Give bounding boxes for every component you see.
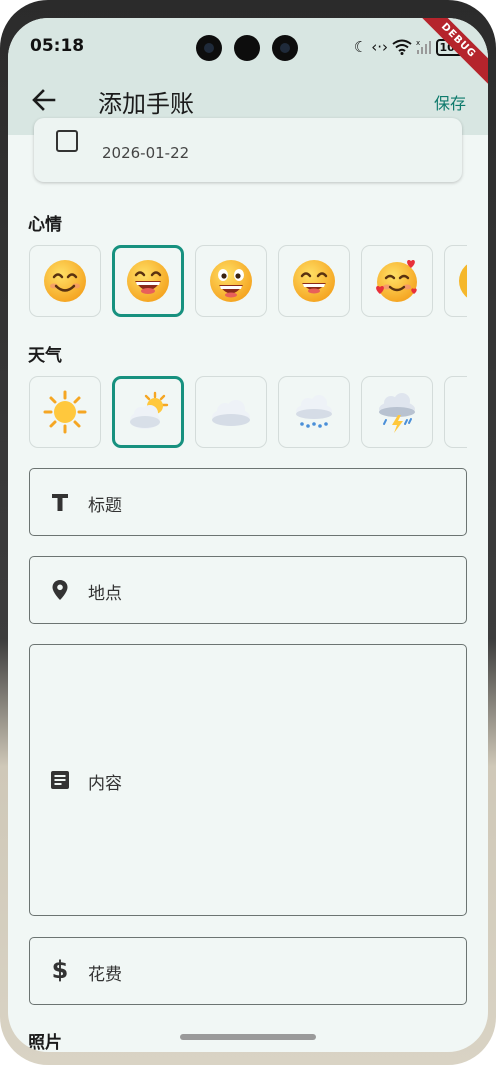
smiling-face-with-hearts-icon <box>376 259 417 302</box>
camera-cutout-icon <box>272 35 298 61</box>
title-placeholder: 标题 <box>88 496 122 516</box>
camera-cutout-icon <box>234 35 260 61</box>
goofy-face-icon <box>210 260 252 302</box>
phone-frame: 05:18 ☾ ‹·› x DEBUG 添加手账 保存 2026-01-22 心… <box>0 0 496 1065</box>
data-transfer-icon: ‹·› <box>371 38 388 56</box>
sun-behind-cloud-icon <box>130 391 169 429</box>
date-picker-card[interactable]: 2026-01-22 <box>34 118 462 182</box>
moon-icon: ☾ <box>353 38 368 56</box>
camera-cutout-icon <box>196 35 222 61</box>
location-pin-icon <box>52 580 68 600</box>
text-format-icon <box>52 494 68 511</box>
mood-selector <box>29 245 467 321</box>
page-title: 添加手账 <box>98 90 194 118</box>
title-field[interactable]: 标题 <box>29 468 467 536</box>
signal-icon: x <box>416 39 431 54</box>
photos-label: 照片 <box>28 1033 62 1052</box>
dollar-icon: $ <box>51 956 69 984</box>
mood-option[interactable] <box>278 245 350 317</box>
content-field[interactable]: 内容 <box>29 644 467 916</box>
mood-option[interactable] <box>195 245 267 317</box>
partial-face-icon <box>459 264 467 298</box>
back-arrow-icon[interactable] <box>30 86 58 114</box>
article-icon <box>51 771 69 789</box>
weather-option[interactable] <box>29 376 101 448</box>
weather-option[interactable] <box>195 376 267 448</box>
location-field[interactable]: 地点 <box>29 556 467 624</box>
weather-option[interactable] <box>444 376 467 448</box>
beaming-face-icon <box>293 260 335 302</box>
mood-option-selected[interactable] <box>112 245 184 317</box>
wifi-icon <box>392 39 412 55</box>
app-screen: 05:18 ☾ ‹·› x DEBUG 添加手账 保存 2026-01-22 心… <box>8 18 488 1052</box>
cloud-icon <box>212 400 250 426</box>
snowflake-icon <box>457 389 467 435</box>
save-button[interactable]: 保存 <box>434 90 466 114</box>
cloud-with-snow-icon <box>296 395 332 428</box>
cost-placeholder: 花费 <box>88 965 122 985</box>
date-value: 2026-01-22 <box>102 144 190 162</box>
mood-option[interactable] <box>29 245 101 317</box>
weather-option[interactable] <box>361 376 433 448</box>
smiling-face-icon <box>44 260 86 302</box>
cloud-with-lightning-and-rain-icon <box>379 393 415 433</box>
sun-icon <box>43 390 87 434</box>
location-placeholder: 地点 <box>88 584 122 604</box>
home-indicator[interactable] <box>180 1034 316 1040</box>
mood-option[interactable] <box>361 245 433 317</box>
status-time: 05:18 <box>30 36 85 56</box>
calendar-icon <box>56 130 78 152</box>
svg-text:x: x <box>416 39 420 47</box>
weather-label: 天气 <box>28 346 62 366</box>
cost-field[interactable]: $ 花费 <box>29 937 467 1005</box>
weather-selector <box>29 376 467 452</box>
mood-option[interactable] <box>444 245 467 317</box>
content-placeholder: 内容 <box>88 774 122 794</box>
weather-option[interactable] <box>278 376 350 448</box>
grinning-face-icon <box>127 260 169 302</box>
mood-label: 心情 <box>28 215 62 235</box>
weather-option-selected[interactable] <box>112 376 184 448</box>
